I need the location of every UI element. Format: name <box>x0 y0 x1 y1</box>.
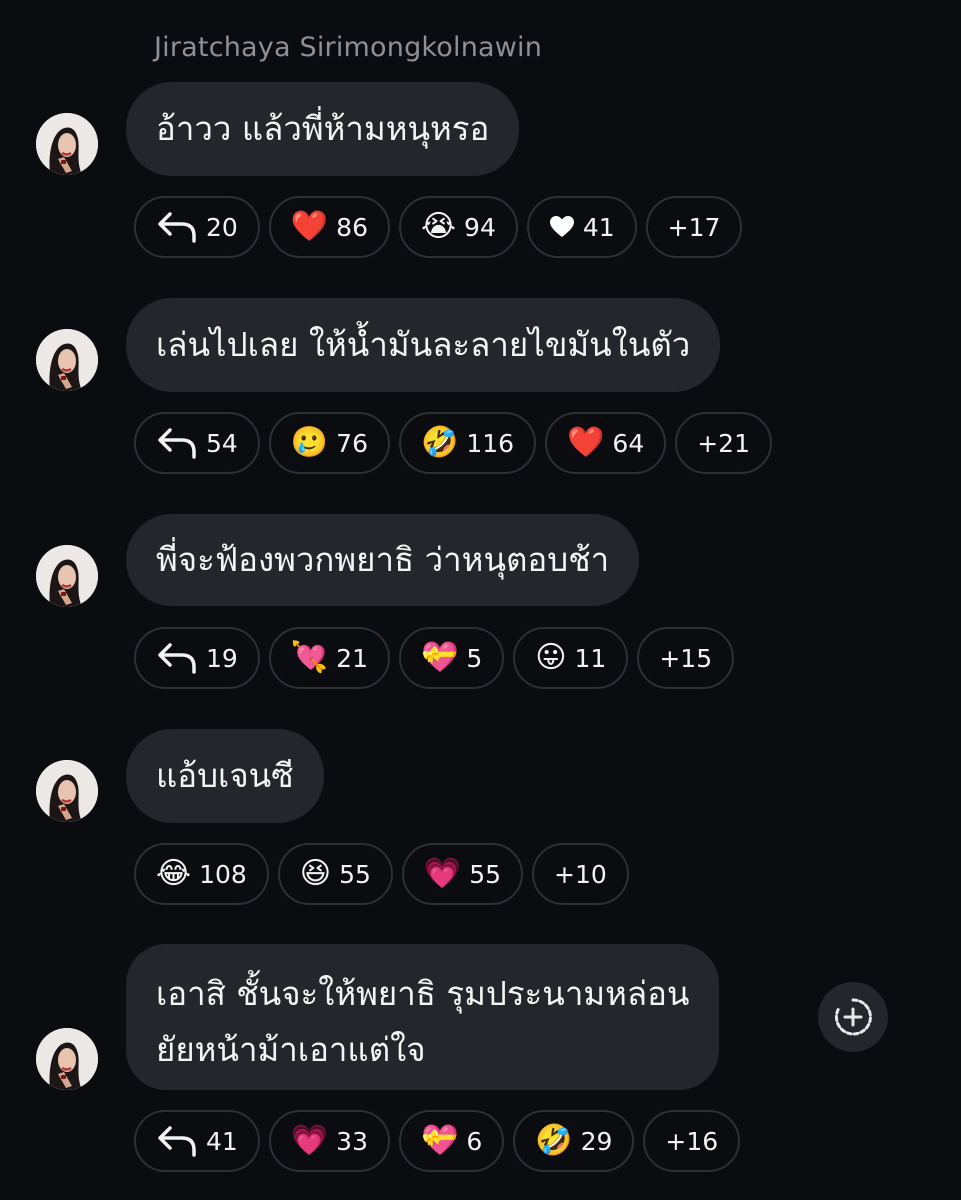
more-reactions-button[interactable]: +10 <box>532 843 629 905</box>
reaction-pill[interactable]: 🤣 29 <box>513 1110 635 1172</box>
more-reactions-button[interactable]: +17 <box>645 196 743 258</box>
reaction-pill[interactable]: ❤️ 64 <box>545 412 667 474</box>
avatar[interactable] <box>36 113 98 175</box>
tongue-face-icon: 😛 <box>535 640 567 675</box>
heart-with-ribbon-icon: 💝 <box>420 1123 459 1158</box>
reaction-count: 41 <box>582 212 615 242</box>
reply-button[interactable]: 20 <box>134 196 260 258</box>
reaction-count: 64 <box>612 428 645 458</box>
reaction-bar: 19 💘 21 💝 5 😛 11 +15 <box>134 627 735 689</box>
more-reactions-count: +21 <box>697 428 750 458</box>
rolling-laughing-face-icon: 🤣 <box>420 425 459 460</box>
reaction-count: 55 <box>469 859 502 889</box>
reaction-count: 76 <box>336 428 368 458</box>
red-heart-icon: ❤️ <box>290 209 329 244</box>
loudly-crying-face-icon: 😭 <box>420 209 457 244</box>
reaction-count: 86 <box>336 212 368 242</box>
white-heart-icon <box>549 216 574 237</box>
reaction-bar: 20 ❤️ 86 😭 94 41 +17 <box>134 196 743 258</box>
message-bubble[interactable]: พี่จะฟ้องพวกพยาธิ ว่าหนุตอบช้า <box>126 514 640 606</box>
tears-of-joy-face-icon: 😂 <box>156 856 192 891</box>
reaction-pill[interactable]: 💝 6 <box>398 1110 505 1172</box>
message-bubble[interactable]: เล่นไปเลย ให้น้ำมันละลายไขมันในตัว <box>126 298 721 392</box>
reaction-pill[interactable]: 💗 33 <box>268 1110 390 1172</box>
reaction-pill[interactable]: 😛 11 <box>513 627 629 689</box>
reaction-pill[interactable]: 💗 55 <box>401 843 524 905</box>
more-reactions-count: +16 <box>665 1126 719 1156</box>
reply-arrow-icon <box>158 212 196 243</box>
reply-count: 20 <box>206 212 238 242</box>
reaction-count: 108 <box>199 859 247 889</box>
more-reactions-count: +15 <box>659 643 713 673</box>
reaction-pill[interactable]: 🥲 76 <box>268 412 390 474</box>
reaction-count: 29 <box>580 1126 613 1156</box>
reply-button[interactable]: 54 <box>134 412 260 474</box>
reply-arrow-icon <box>158 1126 196 1157</box>
message-bubble[interactable]: อ้าวว แล้วพี่ห้ามหนุหรอ <box>126 82 520 176</box>
reply-button[interactable]: 19 <box>134 627 260 689</box>
rolling-laughing-face-icon: 🤣 <box>535 1123 573 1158</box>
message-line: เอาสิ ชั้นจะให้พยาธิ รุมประนามหล่อน <box>156 974 690 1013</box>
avatar[interactable] <box>36 545 98 607</box>
reply-count: 41 <box>206 1126 238 1156</box>
reply-arrow-icon <box>158 428 196 459</box>
message-line: ยัยหน้าม้าเอาแต่ใจ <box>156 1030 426 1069</box>
heart-with-arrow-icon: 💘 <box>290 640 329 675</box>
reaction-pill[interactable]: 🤣 116 <box>398 412 537 474</box>
reply-count: 19 <box>206 643 238 673</box>
add-reaction-icon <box>834 998 872 1036</box>
reaction-pill[interactable]: 💘 21 <box>268 627 390 689</box>
more-reactions-button[interactable]: +15 <box>637 627 735 689</box>
pink-heart-icon: 💗 <box>290 1123 329 1158</box>
reaction-bar: 41 💗 33 💝 6 🤣 29 +16 <box>134 1110 741 1172</box>
avatar[interactable] <box>36 760 98 822</box>
more-reactions-button[interactable]: +16 <box>643 1110 741 1172</box>
message-bubble[interactable]: แอ้บเจนซี <box>126 729 324 823</box>
reply-count: 54 <box>206 428 238 458</box>
add-reaction-button[interactable] <box>818 982 888 1052</box>
sad-tear-face-icon: 🥲 <box>290 425 329 460</box>
heart-with-ribbon-icon: 💝 <box>420 640 459 675</box>
more-reactions-count: +10 <box>554 859 607 889</box>
more-reactions-count: +17 <box>667 212 721 242</box>
reaction-count: 116 <box>466 428 515 458</box>
sender-name: Jiratchaya Sirimongkolnawin <box>154 32 543 63</box>
reaction-pill[interactable]: 💝 5 <box>398 627 505 689</box>
reaction-bar: 54 🥲 76 🤣 116 ❤️ 64 +21 <box>134 412 772 474</box>
reply-button[interactable]: 41 <box>134 1110 260 1172</box>
squinting-laughing-face-icon: 😆 <box>299 856 332 891</box>
reaction-count: 11 <box>574 643 607 673</box>
reaction-count: 5 <box>466 643 483 673</box>
message-bubble[interactable]: เอาสิ ชั้นจะให้พยาธิ รุมประนามหล่อน ยัยห… <box>126 944 720 1090</box>
reaction-pill[interactable]: 😂 108 <box>134 843 269 905</box>
reaction-count: 94 <box>464 212 496 242</box>
reaction-count: 21 <box>336 643 368 673</box>
reply-arrow-icon <box>158 643 196 674</box>
avatar[interactable] <box>36 1028 98 1090</box>
reaction-count: 33 <box>336 1126 368 1156</box>
avatar[interactable] <box>36 329 98 391</box>
red-heart-icon: ❤️ <box>567 425 605 460</box>
reaction-count: 6 <box>466 1126 483 1156</box>
reaction-bar: 😂 108 😆 55 💗 55 +10 <box>134 843 629 905</box>
reaction-count: 55 <box>339 859 371 889</box>
reaction-pill[interactable]: 😆 55 <box>277 843 393 905</box>
reaction-pill[interactable]: ❤️ 86 <box>268 196 390 258</box>
growing-heart-icon: 💗 <box>423 856 462 891</box>
reaction-pill[interactable]: 😭 94 <box>398 196 518 258</box>
more-reactions-button[interactable]: +21 <box>675 412 772 474</box>
reaction-pill[interactable]: 41 <box>526 196 637 258</box>
